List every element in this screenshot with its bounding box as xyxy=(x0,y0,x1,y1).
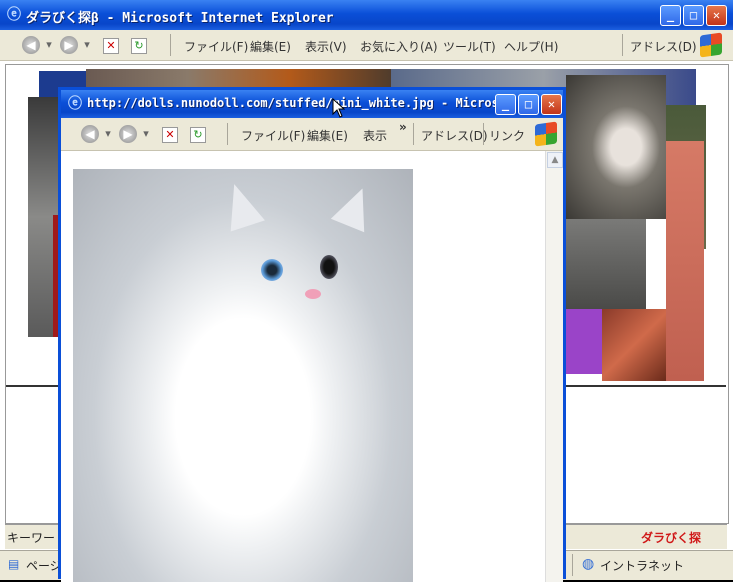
collage-photo[interactable] xyxy=(666,141,704,381)
maximize-icon[interactable]: □ xyxy=(683,5,704,26)
menu-chevron[interactable]: » xyxy=(399,120,407,134)
toolbar-separator xyxy=(170,34,171,56)
menu-help[interactable]: ヘルプ(H) xyxy=(504,38,558,55)
status-zone: イントラネット xyxy=(600,559,685,573)
address-label[interactable]: アドレス(D) xyxy=(630,38,697,55)
refresh-icon[interactable]: ↻ xyxy=(190,127,206,143)
status-page-icon: ▤ xyxy=(8,557,20,571)
menu-file[interactable]: ファイル(F) xyxy=(241,127,305,144)
menu-view[interactable]: 表示(V) xyxy=(305,38,347,55)
mouse-cursor-icon xyxy=(332,98,346,118)
forward-dropdown-icon[interactable]: ▾ xyxy=(80,38,94,52)
kitten-left-ear xyxy=(217,178,265,232)
windows-logo-icon xyxy=(535,121,557,147)
status-text: ページ xyxy=(26,559,62,573)
forward-arrow-icon[interactable]: ▶ xyxy=(60,36,78,54)
collage-photo[interactable] xyxy=(602,309,666,381)
kitten-left-eye xyxy=(261,259,283,281)
vertical-scrollbar[interactable]: ▲ xyxy=(545,151,563,582)
toolbar-separator xyxy=(413,123,414,145)
minimize-icon[interactable]: _ xyxy=(495,94,516,115)
ie-icon: ⓔ xyxy=(7,7,21,23)
forward-arrow-icon[interactable]: ▶ xyxy=(119,125,137,143)
maximize-icon[interactable]: □ xyxy=(518,94,539,115)
brand-logo: ダラびく探 xyxy=(641,531,702,545)
ie-icon: ⓔ xyxy=(68,96,82,112)
intranet-globe-icon: ◍ xyxy=(582,556,595,572)
address-label[interactable]: アドレス(D) xyxy=(421,127,488,144)
collage-photo[interactable] xyxy=(566,309,602,374)
kitten-plush-image[interactable] xyxy=(73,169,413,582)
popup-content: ▲ xyxy=(61,151,563,582)
popup-toolbar: ◀ ▾ ▶ ▾ ✕ ↻ ファイル(F) 編集(E) 表示 » アドレス(D) リ… xyxy=(61,118,563,151)
main-titlebar[interactable]: ⓔ ダラびく探β - Microsoft Internet Explorer _… xyxy=(0,0,733,30)
back-arrow-icon[interactable]: ◀ xyxy=(22,36,40,54)
back-dropdown-icon[interactable]: ▾ xyxy=(42,38,56,52)
menu-edit[interactable]: 編集(E) xyxy=(307,127,348,144)
popup-window-title: http://dolls.nunodoll.com/stuffed/mini_w… xyxy=(87,96,497,110)
menu-view[interactable]: 表示 xyxy=(363,127,387,144)
windows-logo-icon xyxy=(700,32,722,58)
toolbar-separator xyxy=(483,123,484,145)
main-window-title: ダラびく探β - Microsoft Internet Explorer xyxy=(26,11,334,26)
forward-dropdown-icon[interactable]: ▾ xyxy=(139,127,153,141)
popup-browser-window: ⓔ http://dolls.nunodoll.com/stuffed/mini… xyxy=(58,87,566,582)
kitten-right-eye xyxy=(320,255,338,279)
back-dropdown-icon[interactable]: ▾ xyxy=(101,127,115,141)
minimize-icon[interactable]: _ xyxy=(660,5,681,26)
status-separator xyxy=(572,554,573,576)
kitten-right-ear xyxy=(330,181,380,233)
collage-photo[interactable] xyxy=(566,219,646,309)
toolbar-separator xyxy=(227,123,228,145)
stop-icon[interactable]: ✕ xyxy=(103,38,119,54)
menu-favorites[interactable]: お気に入り(A) xyxy=(360,38,438,55)
menu-file[interactable]: ファイル(F) xyxy=(184,38,248,55)
scroll-up-arrow-icon[interactable]: ▲ xyxy=(547,152,563,168)
close-icon[interactable]: ✕ xyxy=(541,94,562,115)
menu-tools[interactable]: ツール(T) xyxy=(443,38,496,55)
refresh-icon[interactable]: ↻ xyxy=(131,38,147,54)
stop-icon[interactable]: ✕ xyxy=(162,127,178,143)
links-label[interactable]: リンク xyxy=(489,127,525,144)
close-icon[interactable]: ✕ xyxy=(706,5,727,26)
back-arrow-icon[interactable]: ◀ xyxy=(81,125,99,143)
menu-edit[interactable]: 編集(E) xyxy=(250,38,291,55)
main-toolbar: ◀ ▾ ▶ ▾ ✕ ↻ ファイル(F) 編集(E) 表示(V) お気に入り(A)… xyxy=(0,30,733,61)
toolbar-separator xyxy=(622,34,623,56)
popup-titlebar[interactable]: ⓔ http://dolls.nunodoll.com/stuffed/mini… xyxy=(61,90,563,118)
kitten-nose xyxy=(305,289,321,299)
cat-photo[interactable] xyxy=(566,75,666,219)
